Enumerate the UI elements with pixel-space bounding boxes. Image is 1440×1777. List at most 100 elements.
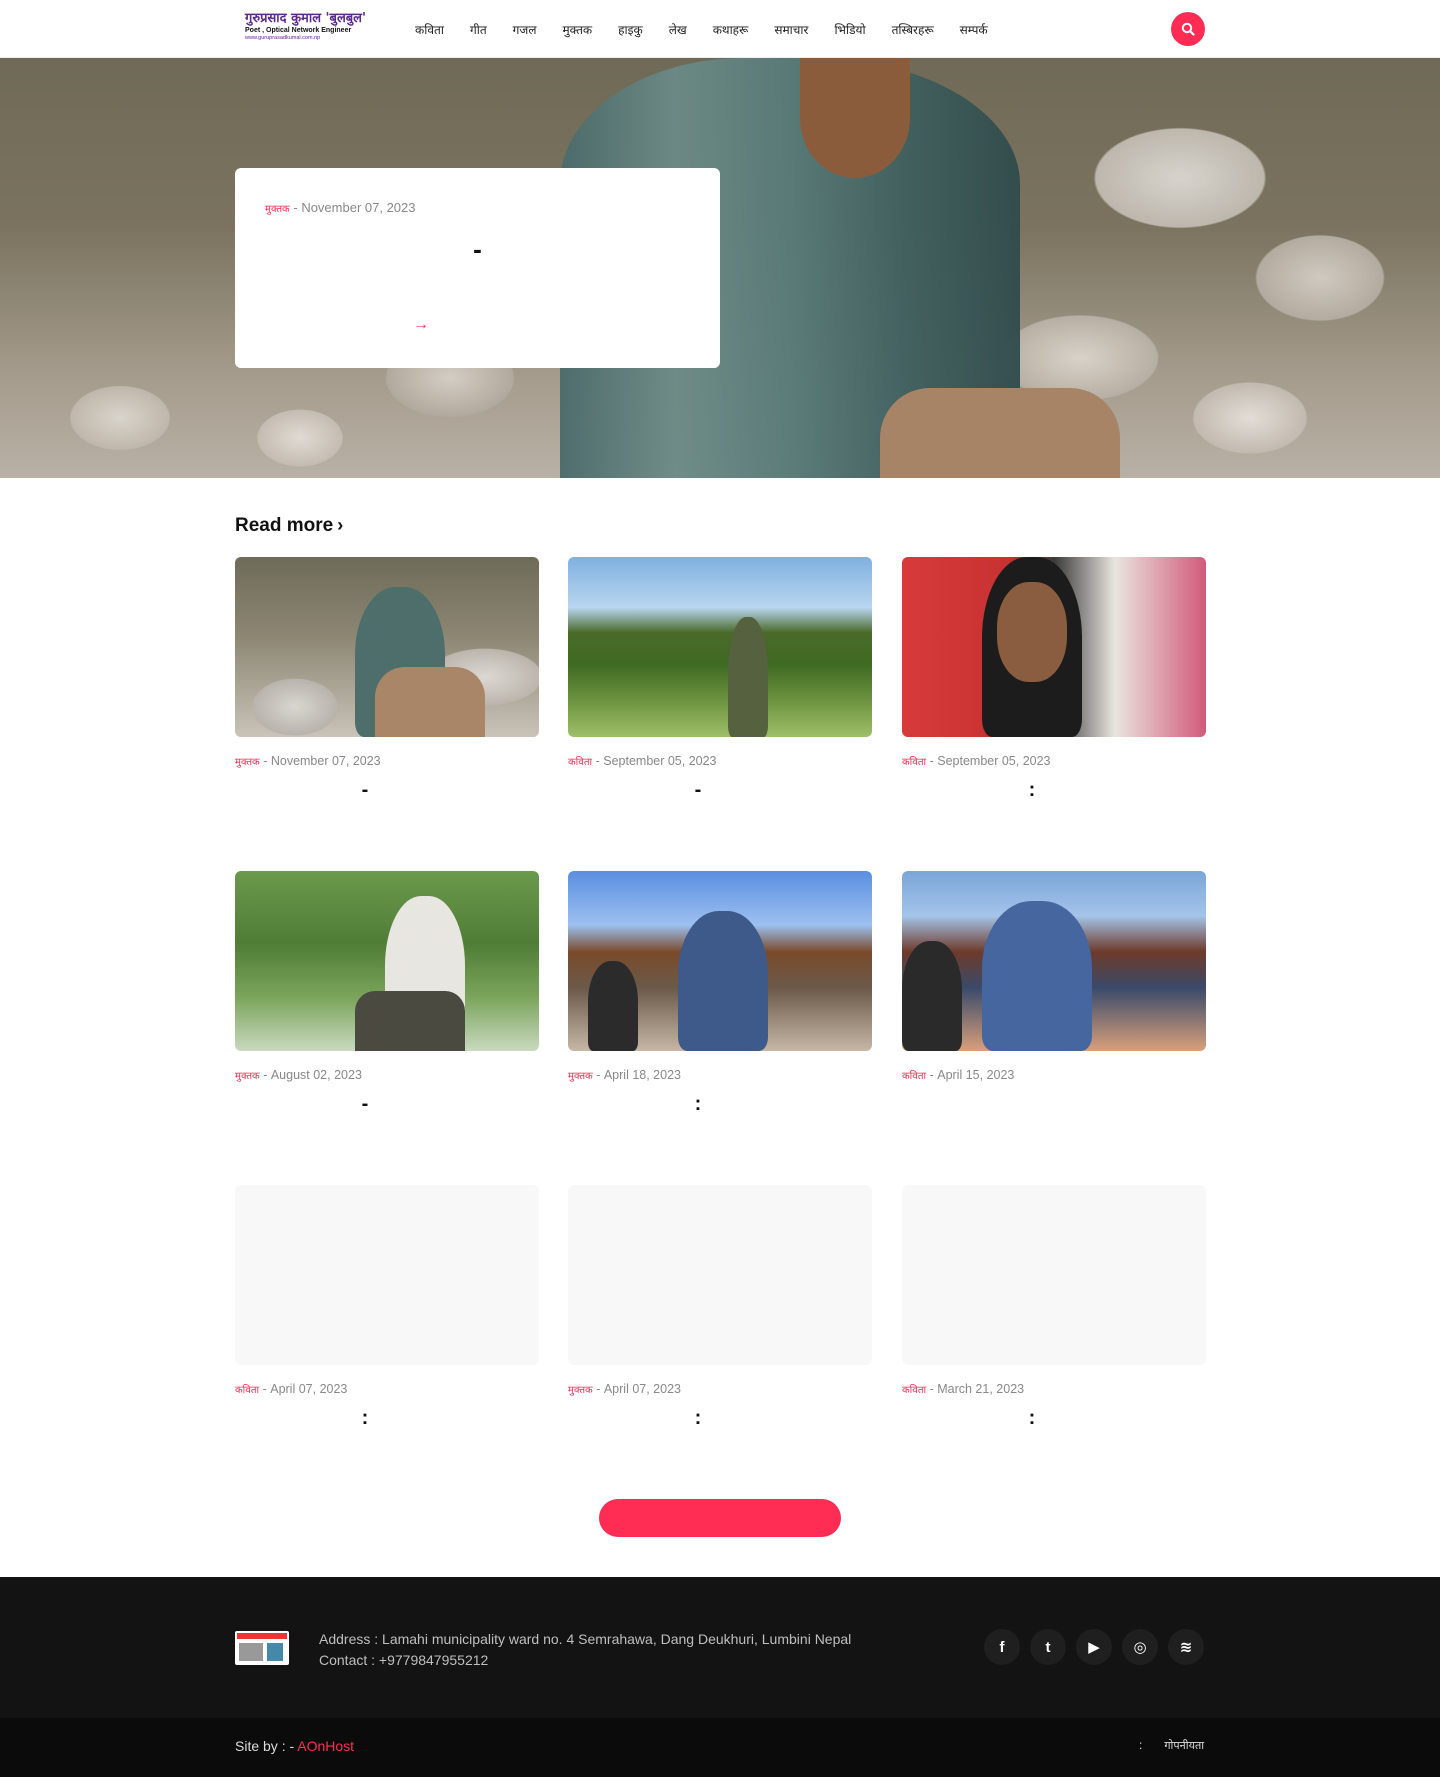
post-category[interactable]: कविता	[902, 1385, 926, 1396]
post-title[interactable]: :	[902, 1407, 1162, 1430]
post-meta: कविता - September 05, 2023	[568, 754, 717, 768]
hero-person-face	[800, 58, 910, 178]
nav-item-ghazal[interactable]: गजल	[513, 21, 537, 38]
post-meta: मुक्तक - April 18, 2023	[568, 1068, 681, 1082]
post-meta: कविता - March 21, 2023	[902, 1382, 1025, 1396]
post-meta: मुक्तक - April 07, 2023	[568, 1382, 681, 1396]
logo-tagline: Poet , Optical Network Engineer	[245, 27, 352, 34]
main-nav: कविता गीत गजल मुक्तक हाइकु लेख कथाहरू सम…	[402, 0, 1001, 58]
instagram-icon[interactable]: ◎	[1122, 1629, 1158, 1665]
hero-date: November 07, 2023	[301, 200, 416, 215]
post-thumbnail-placeholder[interactable]	[568, 1185, 872, 1365]
post-card[interactable]: मुक्तक - November 07, 2023 -	[235, 557, 539, 847]
post-card[interactable]: कविता - September 05, 2023 :	[902, 557, 1206, 847]
post-date: November 07, 2023	[270, 754, 381, 768]
hero-person-legs	[880, 388, 1120, 478]
post-category[interactable]: मुक्तक	[235, 757, 260, 768]
post-category[interactable]: कविता	[902, 1071, 926, 1082]
post-category[interactable]: कविता	[235, 1385, 259, 1396]
facebook-icon[interactable]: f	[984, 1629, 1020, 1665]
post-meta: मुक्तक - November 07, 2023	[235, 754, 381, 768]
post-title[interactable]: -	[568, 779, 828, 802]
footer-logo[interactable]	[235, 1631, 289, 1665]
post-card[interactable]: मुक्तक - April 18, 2023 :	[568, 871, 872, 1161]
nav-item-video[interactable]: भिडियो	[834, 21, 865, 38]
hero-category[interactable]: मुक्तक	[265, 204, 290, 215]
post-date: April 07, 2023	[603, 1382, 681, 1396]
footer-bottom-bar: Site by : - AOnHost : गोपनीयता	[0, 1718, 1440, 1777]
site-header: गुरुप्रसाद कुमाल 'बुलबुल' Poet , Optical…	[0, 0, 1440, 58]
post-category[interactable]: कविता	[568, 757, 592, 768]
footer-separator: :	[1139, 1738, 1143, 1752]
post-thumbnail[interactable]	[902, 557, 1206, 737]
post-card[interactable]: कविता - March 21, 2023 :	[902, 1185, 1206, 1475]
post-meta: मुक्तक - August 02, 2023	[235, 1068, 362, 1082]
nav-item-muktak[interactable]: मुक्तक	[562, 21, 592, 38]
load-more-button[interactable]	[599, 1499, 841, 1537]
post-title[interactable]: :	[902, 779, 1162, 802]
logo-url: www.guruprasadkumal.com.np	[245, 35, 321, 41]
post-thumbnail[interactable]	[902, 871, 1206, 1051]
post-meta: कविता - April 15, 2023	[902, 1068, 1015, 1082]
chevron-right-icon: ›	[337, 515, 344, 535]
nav-item-haiku[interactable]: हाइकु	[618, 21, 643, 38]
hero-title[interactable]: -	[265, 234, 690, 265]
hero-featured-image[interactable]	[0, 58, 1440, 478]
post-thumbnail-placeholder[interactable]	[902, 1185, 1206, 1365]
site-logo[interactable]: गुरुप्रसाद कुमाल 'बुलबुल' Poet , Optical…	[245, 12, 375, 46]
social-links: f t ▶ ◎ ≋	[984, 1629, 1214, 1665]
nav-item-article[interactable]: लेख	[669, 21, 687, 38]
post-meta: कविता - September 05, 2023	[902, 754, 1051, 768]
post-card[interactable]: मुक्तक - August 02, 2023 -	[235, 871, 539, 1161]
read-more-arrow-icon[interactable]: →	[413, 316, 429, 334]
post-card[interactable]: मुक्तक - April 07, 2023 :	[568, 1185, 872, 1475]
post-date: April 07, 2023	[270, 1382, 348, 1396]
nav-item-stories[interactable]: कथाहरू	[713, 21, 749, 38]
post-card[interactable]: कविता - April 07, 2023 :	[235, 1185, 539, 1475]
post-date: April 18, 2023	[603, 1068, 681, 1082]
post-category[interactable]: मुक्तक	[568, 1071, 593, 1082]
nav-item-contact[interactable]: सम्पर्क	[960, 21, 988, 38]
post-meta: कविता - April 07, 2023	[235, 1382, 348, 1396]
post-date: March 21, 2023	[937, 1382, 1025, 1396]
nav-item-news[interactable]: समाचार	[774, 21, 808, 38]
youtube-icon[interactable]: ▶	[1076, 1629, 1112, 1665]
post-category[interactable]: मुक्तक	[235, 1071, 260, 1082]
nav-item-poem[interactable]: कविता	[415, 21, 444, 38]
nav-item-song[interactable]: गीत	[470, 21, 487, 38]
post-category[interactable]: कविता	[902, 757, 926, 768]
credit-prefix: Site by : -	[235, 1738, 298, 1754]
credit-brand-link[interactable]: AOnHost	[297, 1738, 354, 1754]
rss-icon[interactable]: ≋	[1168, 1629, 1204, 1665]
post-title[interactable]: -	[235, 1093, 495, 1116]
post-thumbnail[interactable]	[235, 871, 539, 1051]
post-thumbnail[interactable]	[235, 557, 539, 737]
twitter-icon[interactable]: t	[1030, 1629, 1066, 1665]
post-date: August 02, 2023	[270, 1068, 362, 1082]
read-more-heading[interactable]: Read more ›	[235, 515, 343, 537]
post-thumbnail-placeholder[interactable]	[235, 1185, 539, 1365]
search-icon	[1181, 22, 1195, 36]
post-thumbnail[interactable]	[568, 871, 872, 1051]
post-date: September 05, 2023	[603, 754, 717, 768]
privacy-link[interactable]: गोपनीयता	[1164, 1739, 1204, 1752]
logo-name: गुरुप्रसाद कुमाल 'बुलबुल'	[245, 11, 366, 26]
post-title[interactable]: -	[235, 779, 495, 802]
post-date: September 05, 2023	[937, 754, 1051, 768]
nav-item-photos[interactable]: तस्बिरहरू	[892, 21, 934, 38]
read-more-label: Read more	[235, 515, 334, 536]
post-date: April 15, 2023	[937, 1068, 1015, 1082]
post-title[interactable]: :	[568, 1093, 828, 1116]
hero-card[interactable]: मुक्तक - November 07, 2023 - →	[235, 168, 720, 368]
post-card[interactable]: कविता - April 15, 2023	[902, 871, 1206, 1161]
post-thumbnail[interactable]	[568, 557, 872, 737]
post-category[interactable]: मुक्तक	[568, 1385, 593, 1396]
hero-meta: मुक्तक - November 07, 2023	[265, 200, 416, 215]
post-title[interactable]: :	[568, 1407, 828, 1430]
footer-links: : गोपनीयता	[1139, 1738, 1204, 1753]
search-button[interactable]	[1171, 12, 1205, 46]
post-card[interactable]: कविता - September 05, 2023 -	[568, 557, 872, 847]
post-title[interactable]: :	[235, 1407, 495, 1430]
site-footer: Address : Lamahi municipality ward no. 4…	[0, 1577, 1440, 1718]
site-credit: Site by : - AOnHost	[235, 1738, 354, 1754]
